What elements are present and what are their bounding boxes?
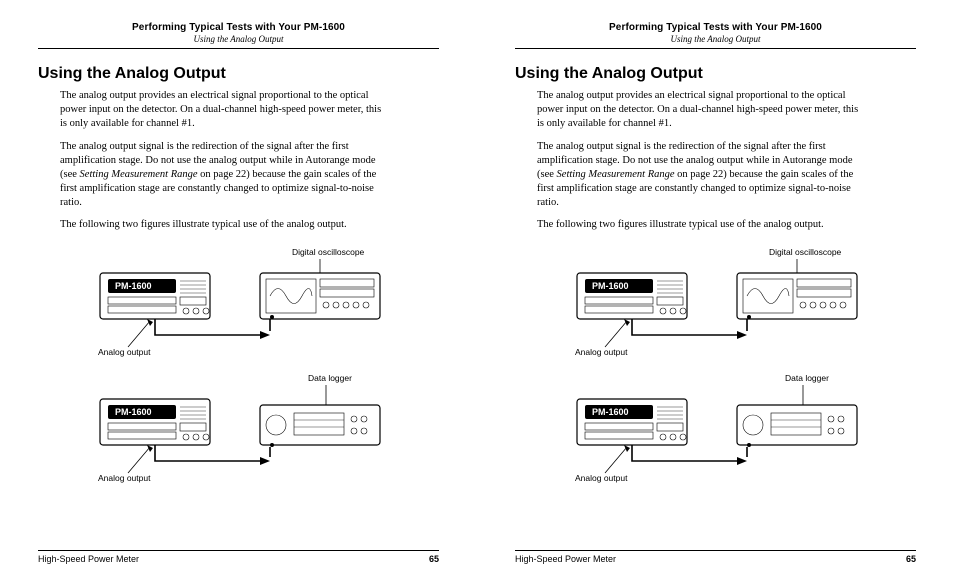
- pm1600-device-icon: PM-1600: [100, 399, 210, 445]
- page-right: Performing Typical Tests with Your PM-16…: [477, 0, 954, 580]
- body-para-1: The analog output provides an electrical…: [60, 89, 390, 132]
- body-para-3: The following two figures illustrate typ…: [537, 218, 867, 232]
- footer-pagenum: 65: [429, 554, 439, 564]
- datalogger-device-icon: [737, 405, 857, 447]
- pm1600-device-icon: PM-1600: [577, 273, 687, 319]
- footer-pagenum: 65: [906, 554, 916, 564]
- section-title: Using the Analog Output: [38, 65, 439, 83]
- running-header: Performing Typical Tests with Your PM-16…: [38, 22, 439, 33]
- running-subheader: Using the Analog Output: [515, 34, 916, 49]
- pm1600-label: PM-1600: [115, 407, 152, 417]
- footer-left: High-Speed Power Meter: [38, 554, 139, 564]
- oscilloscope-device-icon: [737, 273, 857, 319]
- figure-2: Data logger Analog output PM-1600: [537, 375, 916, 495]
- pm1600-label: PM-1600: [592, 281, 629, 291]
- section-title: Using the Analog Output: [515, 65, 916, 83]
- datalogger-device-icon: [260, 405, 380, 447]
- running-subheader: Using the Analog Output: [38, 34, 439, 49]
- figure2-svg: PM-1600: [537, 375, 897, 495]
- body-para-3: The following two figures illustrate typ…: [60, 218, 390, 232]
- oscilloscope-device-icon: [260, 273, 380, 319]
- pm1600-label: PM-1600: [592, 407, 629, 417]
- figure1-svg: PM-1600: [60, 249, 420, 369]
- pm1600-device-icon: PM-1600: [100, 273, 210, 319]
- body-para-2: The analog output signal is the redirect…: [537, 140, 867, 211]
- page-footer: High-Speed Power Meter 65: [515, 550, 916, 564]
- body-para-1: The analog output provides an electrical…: [537, 89, 867, 132]
- para2-ital: Setting Measurement Range: [80, 169, 198, 180]
- running-header: Performing Typical Tests with Your PM-16…: [515, 22, 916, 33]
- figure-2: Data logger Analog output PM-1600: [60, 375, 439, 495]
- page-left: Performing Typical Tests with Your PM-16…: [0, 0, 477, 580]
- figure2-svg: PM-1600: [60, 375, 420, 495]
- figure1-svg: PM-1600: [537, 249, 897, 369]
- page-footer: High-Speed Power Meter 65: [38, 550, 439, 564]
- pm1600-label: PM-1600: [115, 281, 152, 291]
- footer-left: High-Speed Power Meter: [515, 554, 616, 564]
- para2-ital: Setting Measurement Range: [557, 169, 675, 180]
- pm1600-device-icon: PM-1600: [577, 399, 687, 445]
- body-para-2: The analog output signal is the redirect…: [60, 140, 390, 211]
- figure-1: Digital oscilloscope Analog output PM-16…: [537, 249, 916, 369]
- figure-1: Digital oscilloscope Analog output PM-16…: [60, 249, 439, 369]
